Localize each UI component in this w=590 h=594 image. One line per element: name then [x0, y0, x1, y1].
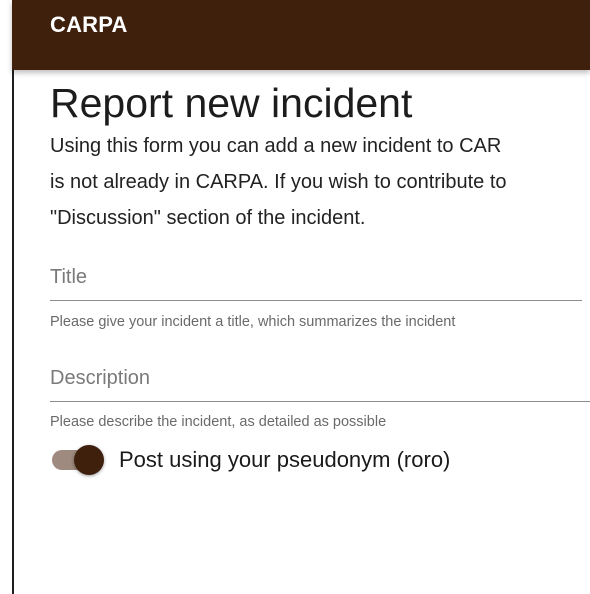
- pseudonym-toggle-label[interactable]: Post using your pseudonym (roro): [119, 447, 450, 473]
- title-field-label[interactable]: Title: [50, 262, 582, 292]
- intro-line-1: Using this form you can add a new incide…: [50, 135, 502, 157]
- toggle-thumb[interactable]: [74, 445, 104, 475]
- app-bar: CARPA: [12, 0, 590, 70]
- left-divider: [12, 60, 14, 594]
- title-field[interactable]: Title: [50, 262, 582, 301]
- main-content: Report new incident Using this form you …: [50, 78, 590, 236]
- title-field-underline: [50, 300, 582, 301]
- description-helper-text: Please describe the incident, as detaile…: [50, 414, 387, 430]
- app-title[interactable]: CARPA: [50, 12, 128, 38]
- pseudonym-toggle[interactable]: [52, 444, 106, 476]
- intro-line-2: is not already in CARPA. If you wish to …: [50, 171, 507, 193]
- pseudonym-toggle-row: Post using your pseudonym (roro): [52, 444, 450, 476]
- description-field-label[interactable]: Description: [50, 363, 590, 393]
- description-field-underline: [50, 401, 590, 402]
- title-helper-text: Please give your incident a title, which…: [50, 314, 456, 330]
- page-title: Report new incident: [50, 80, 413, 126]
- description-field[interactable]: Description: [50, 363, 590, 402]
- intro-line-3: "Discussion" section of the incident.: [50, 207, 366, 229]
- intro-text: Using this form you can add a new incide…: [50, 128, 590, 236]
- page: CARPA Report new incident Using this for…: [0, 0, 590, 594]
